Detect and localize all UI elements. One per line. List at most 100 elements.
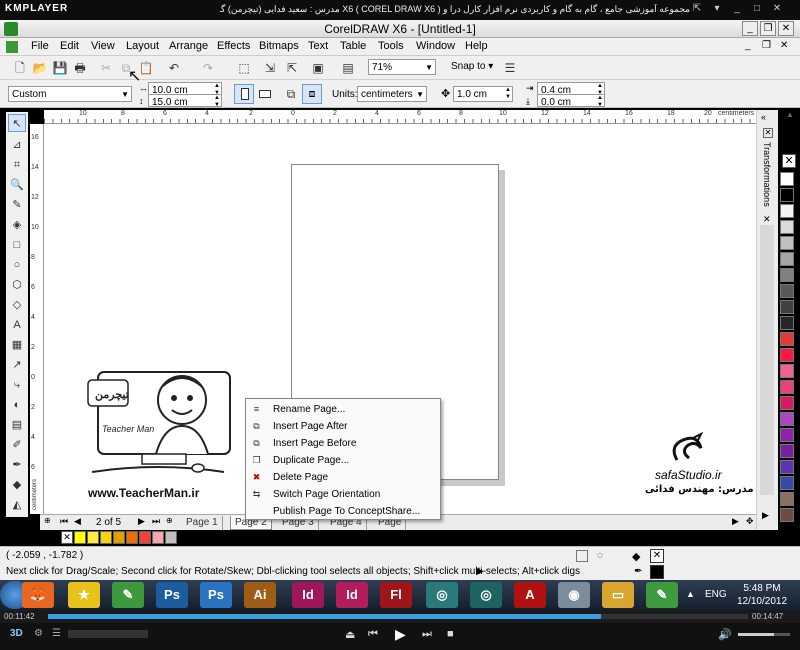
menu-layout[interactable]: Layout <box>126 40 159 52</box>
navigator-icon[interactable]: ✥ <box>746 516 754 527</box>
snap-to-button[interactable]: Snap to ▾ <box>451 61 493 72</box>
stop-icon[interactable]: ■ <box>447 628 454 640</box>
palette-swatch[interactable] <box>780 172 794 186</box>
palette-swatch[interactable] <box>780 220 794 234</box>
taskbar-star-icon[interactable]: ★ <box>68 582 100 608</box>
spinner-icon[interactable]: ▲ ▼ <box>505 87 511 101</box>
taskbar-3dsmax-icon[interactable]: ◎ <box>426 582 458 608</box>
tab-page-1[interactable]: Page 1 <box>182 516 223 530</box>
palette-swatch[interactable] <box>780 428 794 442</box>
seek-bar[interactable]: 00:11:42 00:14:47 <box>0 610 800 623</box>
current-page-button[interactable]: ⧈ <box>302 84 322 104</box>
taskbar-acrobat-icon[interactable]: A <box>514 582 546 608</box>
clock-time[interactable]: 5:48 PM <box>740 583 784 594</box>
palette-swatch[interactable] <box>780 476 794 490</box>
horizontal-ruler[interactable]: 10 8 6 4 2 0 2 4 6 8 10 12 14 16 18 20 c… <box>44 110 756 124</box>
interactive-fill-icon[interactable]: ◭ <box>8 496 26 514</box>
text-tool-icon[interactable]: A <box>8 316 26 334</box>
docker-scroll-icon[interactable]: ✕ <box>763 214 771 225</box>
spinner-icon[interactable]: ▲ ▼ <box>597 95 603 109</box>
taskbar-corel2-icon[interactable]: ✎ <box>646 582 678 608</box>
polygon-tool-icon[interactable]: ⬡ <box>8 276 26 294</box>
cut-icon[interactable]: ✂ <box>98 60 114 76</box>
export-icon[interactable]: ⇱ <box>284 60 300 76</box>
fill-tool-icon[interactable]: ◆ <box>8 476 26 494</box>
menu-table[interactable]: Table <box>340 40 366 52</box>
player-minimize-icon[interactable]: _ <box>730 3 744 16</box>
zoom-tool-icon[interactable]: 🔍 <box>8 176 26 194</box>
taskbar-photoshop-icon[interactable]: Ps <box>156 582 188 608</box>
ellipse-tool-icon[interactable]: ○ <box>8 256 26 274</box>
taskbar-disc-icon[interactable]: ◉ <box>558 582 590 608</box>
next-track-icon[interactable]: ⏭ <box>422 628 432 641</box>
pin-icon[interactable]: ⇱ <box>690 3 704 16</box>
taskbar-illustrator-icon[interactable]: Ai <box>244 582 276 608</box>
palette-swatch[interactable] <box>780 188 794 202</box>
document-palette-swatch[interactable] <box>139 531 151 544</box>
palette-swatch[interactable] <box>780 236 794 250</box>
menu-bitmaps[interactable]: Bitmaps <box>259 40 299 52</box>
document-palette-swatch[interactable] <box>74 531 86 544</box>
page-preset-dropdown[interactable]: Custom ▼ <box>8 86 132 102</box>
print-icon[interactable]: 🖶 <box>72 60 88 76</box>
taskbar-flash-icon[interactable]: Fl <box>380 582 412 608</box>
clock-date[interactable]: 12/10/2012 <box>734 596 790 607</box>
color-proof-icon[interactable] <box>576 550 588 562</box>
taskbar-indesign2-icon[interactable]: Id <box>336 582 368 608</box>
outline-pen-icon[interactable]: ✒ <box>8 456 26 474</box>
palette-swatch[interactable] <box>780 380 794 394</box>
menu-item-insert-after[interactable]: ⧉ Insert Page After <box>246 418 440 435</box>
no-color-swatch[interactable]: ✕ <box>61 531 73 544</box>
zoom-dropdown[interactable]: 71% ▼ <box>368 59 436 75</box>
menu-effects[interactable]: Effects <box>217 40 250 52</box>
vertical-scrollbar[interactable] <box>760 225 774 495</box>
doc-minimize-icon[interactable]: _ <box>745 40 751 51</box>
duplicate-y-field[interactable]: 0.0 cm ▲ ▼ <box>537 94 605 109</box>
open-icon[interactable]: 📂 <box>32 60 48 76</box>
menu-file[interactable]: File <box>31 40 49 52</box>
taskbar-explorer-icon[interactable]: ▭ <box>602 582 634 608</box>
scroll-right-icon[interactable]: ▶ <box>732 516 739 527</box>
fill-swatch[interactable]: ✕ <box>650 549 664 563</box>
freehand-tool-icon[interactable]: ✎ <box>8 196 26 214</box>
document-palette-swatch[interactable] <box>113 531 125 544</box>
coreldraw-logo-icon[interactable] <box>4 22 18 36</box>
document-palette-swatch[interactable] <box>87 531 99 544</box>
palette-swatch[interactable] <box>780 508 794 522</box>
no-color-swatch[interactable]: ✕ <box>782 154 796 168</box>
palette-swatch[interactable] <box>780 284 794 298</box>
palette-swatch[interactable] <box>780 364 794 378</box>
playlist-icon[interactable]: ☰ <box>52 628 61 639</box>
taskbar-firefox-icon[interactable]: 🦊 <box>22 582 54 608</box>
player-maximize-icon[interactable]: □ <box>750 3 764 16</box>
save-icon[interactable]: 💾 <box>52 60 68 76</box>
add-page-after-icon[interactable]: ⊕ <box>166 516 173 525</box>
units-dropdown[interactable]: centimeters ▼ <box>357 86 427 102</box>
language-indicator[interactable]: ENG <box>705 589 727 600</box>
taskbar-corel-icon[interactable]: ✎ <box>112 582 144 608</box>
transparency-icon[interactable]: ▤ <box>8 416 26 434</box>
welcome-screen-icon[interactable]: ▤ <box>340 60 356 76</box>
docker-close-icon[interactable]: ✕ <box>763 128 773 138</box>
color-profile-icon[interactable]: ◌ <box>597 550 603 561</box>
palette-eyedropper-icon[interactable]: ✐ <box>48 531 56 542</box>
application-launcher-icon[interactable]: ▣ <box>310 60 326 76</box>
crop-tool-icon[interactable]: ⌗ <box>8 156 26 174</box>
tray-show-icon[interactable]: ▲ <box>686 589 695 599</box>
nudge-distance-field[interactable]: 1.0 cm ▲ ▼ <box>453 86 513 102</box>
menu-item-delete[interactable]: ✖ Delete Page <box>246 469 440 486</box>
document-palette-swatch[interactable] <box>100 531 112 544</box>
menu-view[interactable]: View <box>91 40 115 52</box>
player-menu-icon[interactable]: ▾ <box>710 3 724 16</box>
prev-page-icon[interactable]: ◀ <box>74 516 81 527</box>
menu-item-rename-page[interactable]: ≡ Rename Page... <box>246 401 440 418</box>
palette-swatch[interactable] <box>780 396 794 410</box>
dimension-tool-icon[interactable]: ↗ <box>8 356 26 374</box>
pick-tool-icon[interactable]: ↖ <box>8 114 26 132</box>
outline-swatch[interactable] <box>650 565 664 579</box>
doc-icon[interactable] <box>6 41 18 53</box>
last-page-icon[interactable]: ⏭ <box>152 516 160 527</box>
palette-swatch[interactable] <box>780 268 794 282</box>
taskbar-3dsmax2-icon[interactable]: ◎ <box>470 582 502 608</box>
taskbar-photoshop2-icon[interactable]: Ps <box>200 582 232 608</box>
